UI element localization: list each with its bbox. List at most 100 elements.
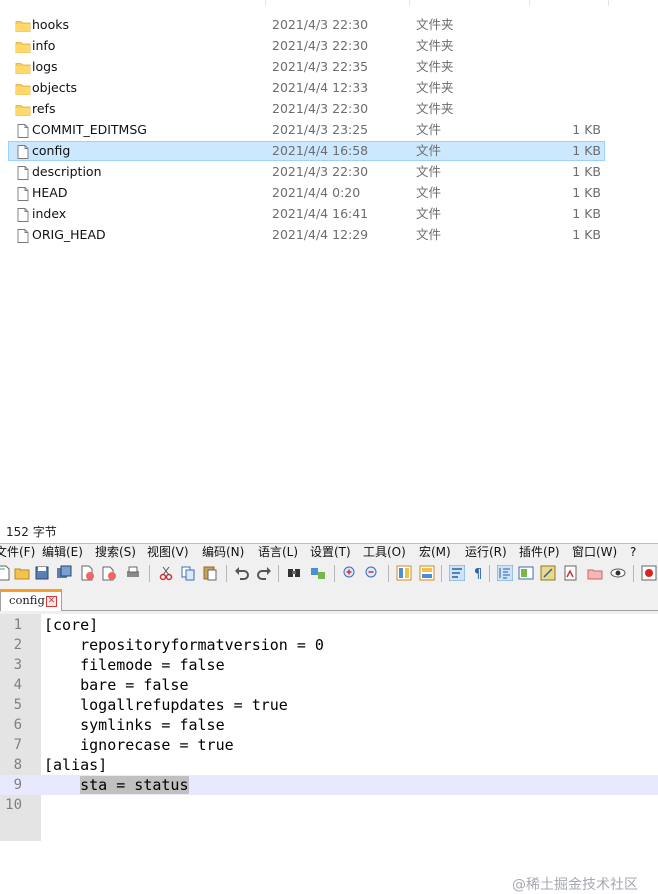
editor-line[interactable]: 10 <box>0 795 658 815</box>
file-row-head[interactable]: HEAD 2021/4/4 0:20 文件 1 KB <box>8 183 605 203</box>
editor-line[interactable]: 4 bare = false <box>0 675 658 695</box>
file-row-orig-head[interactable]: ORIG_HEAD 2021/4/4 12:29 文件 1 KB <box>8 225 605 245</box>
line-number: 1 <box>13 617 22 633</box>
paste-icon[interactable] <box>202 565 218 581</box>
menu-item-12[interactable]: ? <box>630 544 636 561</box>
file-explorer-pane: hooks 2021/4/3 22:30 文件夹 info 2021/4/3 22:30… <box>0 0 658 545</box>
menu-item-3[interactable]: 视图(V) <box>147 544 189 561</box>
line-number: 10 <box>5 797 22 813</box>
zoom-out-icon[interactable] <box>364 565 380 581</box>
toolbar-separator <box>226 565 227 582</box>
code-editor[interactable]: 1 [core] 2 repositoryformatversion = 03 fi… <box>0 614 658 893</box>
file-date: 2021/4/4 12:29 <box>272 227 369 242</box>
file-type: 文件夹 <box>416 59 454 74</box>
code-text: logallrefupdates = true <box>44 696 288 714</box>
menu-item-0[interactable]: 文件(F) <box>0 544 35 561</box>
zoom-in-icon[interactable] <box>342 565 358 581</box>
editor-line[interactable]: 1 [core] <box>0 615 658 635</box>
file-date: 2021/4/3 22:35 <box>272 59 369 74</box>
watermark: @稀土掘金技术社区 <box>512 877 638 893</box>
sync-horizontal-icon[interactable] <box>419 565 435 581</box>
editor-line[interactable]: 9 sta = status <box>0 775 658 795</box>
file-size: 1 KB <box>572 206 601 221</box>
cut-icon[interactable] <box>158 565 174 581</box>
file-row-refs[interactable]: refs 2021/4/3 22:30 文件夹 <box>8 99 605 119</box>
file-size: 1 KB <box>572 164 601 179</box>
file-icon <box>15 144 31 160</box>
file-type: 文件夹 <box>416 38 454 53</box>
file-icon <box>15 165 31 181</box>
file-icon <box>15 228 31 244</box>
selected-size-text: 152 字节 <box>6 525 57 539</box>
tab-bar: config ✕ <box>0 586 658 611</box>
find-icon[interactable] <box>286 565 302 581</box>
monitoring-icon[interactable] <box>587 565 603 581</box>
close-all-icon[interactable] <box>101 565 117 581</box>
print-icon[interactable] <box>125 565 141 581</box>
editor-line[interactable]: 3 filemode = false <box>0 655 658 675</box>
file-size: 1 KB <box>572 185 601 200</box>
close-icon[interactable] <box>79 565 95 581</box>
toolbar: ¶ <box>0 562 658 584</box>
open-file-icon[interactable] <box>14 565 30 581</box>
menu-item-5[interactable]: 语言(L) <box>258 544 298 561</box>
menu-item-7[interactable]: 工具(O) <box>363 544 406 561</box>
indent-guide-icon[interactable] <box>496 564 514 582</box>
file-row-commit-editmsg[interactable]: COMMIT_EDITMSG 2021/4/3 23:25 文件 1 KB <box>8 120 605 140</box>
line-number: 3 <box>13 657 22 673</box>
file-row-objects[interactable]: objects 2021/4/4 12:33 文件夹 <box>8 78 605 98</box>
file-row-info[interactable]: info 2021/4/3 22:30 文件夹 <box>8 36 605 56</box>
show-all-chars-icon[interactable]: ¶ <box>471 565 487 582</box>
replace-icon[interactable] <box>310 565 326 581</box>
folder-workspace-icon[interactable] <box>563 565 579 581</box>
line-number: 9 <box>13 777 22 793</box>
menu-item-11[interactable]: 窗口(W) <box>572 544 617 561</box>
preview-icon[interactable] <box>610 565 626 581</box>
document-map-icon[interactable] <box>518 565 534 581</box>
file-row-logs[interactable]: logs 2021/4/3 22:35 文件夹 <box>8 57 605 77</box>
sync-vertical-icon[interactable] <box>396 565 412 581</box>
undo-icon[interactable] <box>234 565 250 581</box>
file-row-config[interactable]: config 2021/4/4 16:58 文件 1 KB <box>8 141 605 161</box>
record-macro-icon[interactable] <box>641 565 657 581</box>
save-all-icon[interactable] <box>56 565 72 581</box>
word-wrap-icon[interactable] <box>448 564 466 582</box>
menu-item-4[interactable]: 编码(N) <box>202 544 244 561</box>
editor-line[interactable]: 5 logallrefupdates = true <box>0 695 658 715</box>
tab-close-icon[interactable]: ✕ <box>46 596 57 607</box>
file-name: HEAD <box>32 185 68 200</box>
file-row-description[interactable]: description 2021/4/3 22:30 文件 1 KB <box>8 162 605 182</box>
tab-label: config <box>9 593 45 607</box>
file-date: 2021/4/3 23:25 <box>272 122 369 137</box>
menu-item-9[interactable]: 运行(R) <box>465 544 507 561</box>
menu-item-1[interactable]: 编辑(E) <box>42 544 83 561</box>
menu-item-2[interactable]: 搜索(S) <box>95 544 136 561</box>
menu-item-8[interactable]: 宏(M) <box>419 544 451 561</box>
menu-item-6[interactable]: 设置(T) <box>310 544 351 561</box>
file-row-index[interactable]: index 2021/4/4 16:41 文件 1 KB <box>8 204 605 224</box>
file-icon <box>15 186 31 202</box>
new-file-icon[interactable] <box>0 565 12 581</box>
editor-line[interactable]: 8 [alias] <box>0 755 658 775</box>
file-name: description <box>32 164 102 179</box>
file-size: 1 KB <box>572 227 601 242</box>
file-type: 文件 <box>416 122 442 137</box>
tab-config[interactable]: config ✕ <box>0 589 62 611</box>
redo-icon[interactable] <box>256 565 272 581</box>
menu-item-10[interactable]: 插件(P) <box>519 544 560 561</box>
file-type: 文件 <box>416 227 442 242</box>
copy-icon[interactable] <box>180 565 196 581</box>
file-size: 1 KB <box>572 143 601 158</box>
svg-text:¶: ¶ <box>474 567 482 581</box>
save-icon[interactable] <box>34 565 50 581</box>
file-size: 1 KB <box>572 122 601 137</box>
function-list-icon[interactable] <box>540 565 556 581</box>
toolbar-separator <box>334 565 335 582</box>
editor-line[interactable]: 7 ignorecase = true <box>0 735 658 755</box>
editor-line[interactable]: 2 repositoryformatversion = 0 <box>0 635 658 655</box>
editor-line[interactable]: 6 symlinks = false <box>0 715 658 735</box>
file-row-hooks[interactable]: hooks 2021/4/3 22:30 文件夹 <box>8 15 605 35</box>
file-type: 文件夹 <box>416 80 454 95</box>
line-number: 5 <box>13 697 22 713</box>
